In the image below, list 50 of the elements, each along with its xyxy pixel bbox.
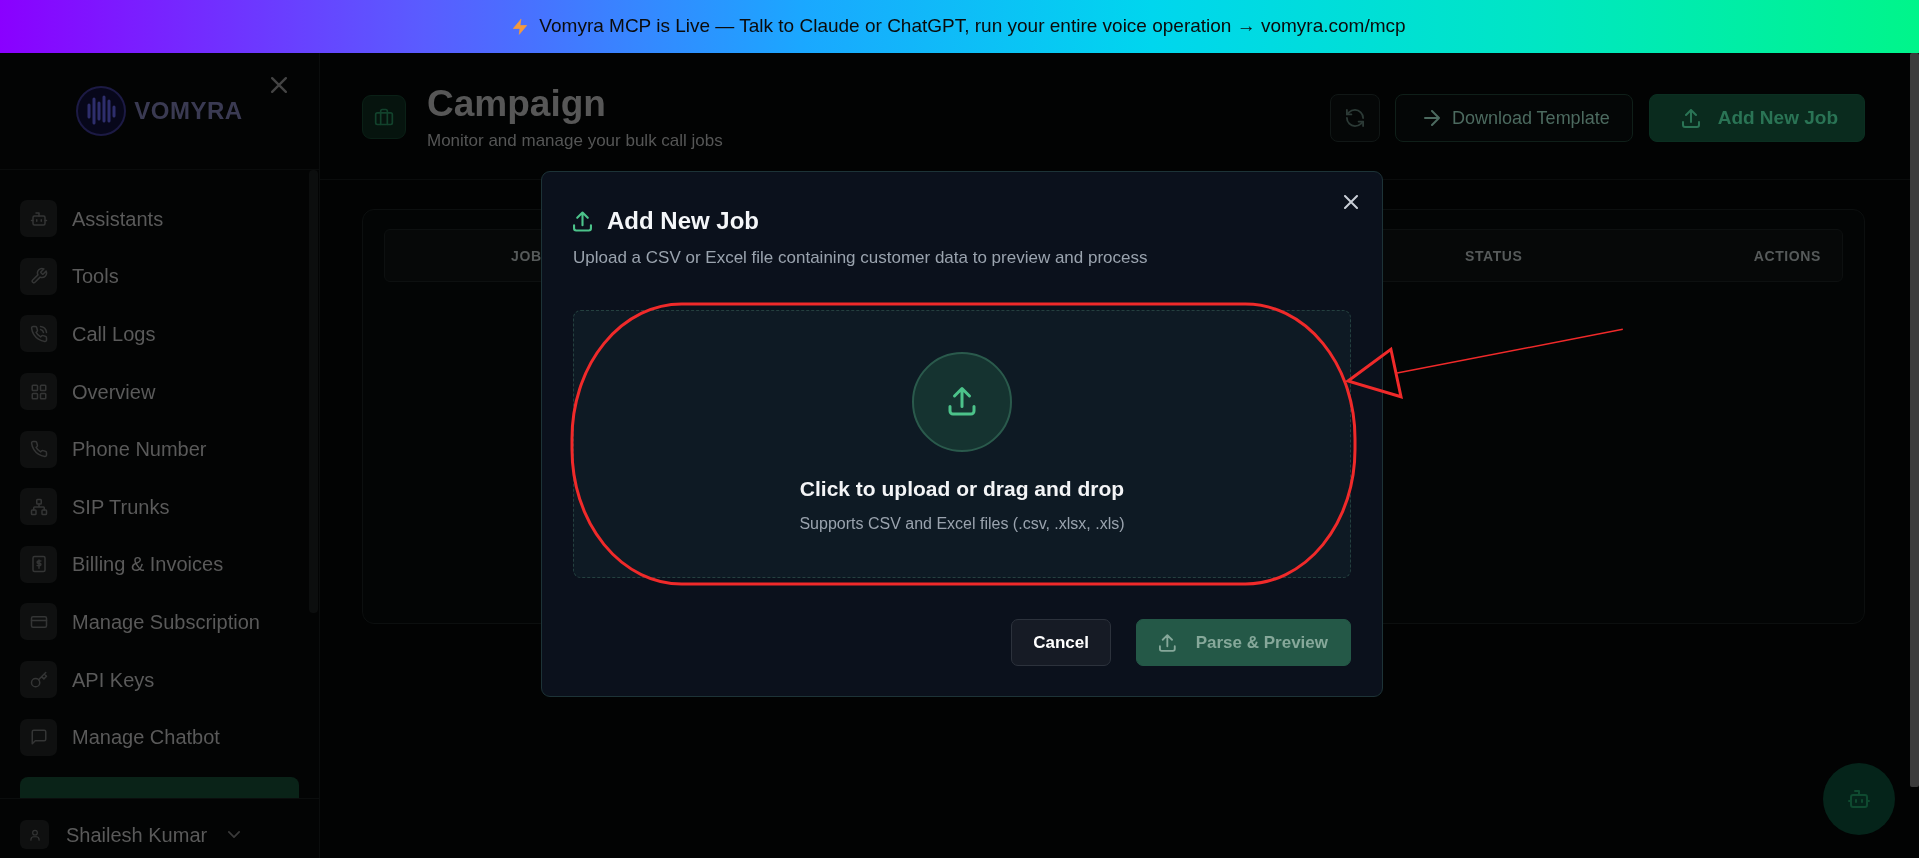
sidebar-item[interactable]: Billing & Invoices — [20, 535, 299, 594]
upload-icon — [1159, 633, 1176, 652]
upload-icon — [912, 352, 1012, 452]
robot-icon — [20, 200, 57, 238]
sidebar-item[interactable]: Assistants — [20, 190, 299, 248]
column-header: STATUS — [1465, 247, 1523, 264]
sidebar-item[interactable]: Overview — [20, 362, 299, 421]
phone-call-icon — [20, 315, 57, 353]
sidebar-item[interactable]: Tools — [20, 247, 299, 306]
dialog-subtitle: Upload a CSV or Excel file containing customer data to preview and process — [573, 247, 1149, 269]
sidebar-item[interactable]: Manage Subscription — [20, 593, 299, 651]
logo-text: VOMYRA — [134, 96, 243, 126]
phone-icon — [20, 430, 57, 468]
grid-icon — [20, 373, 57, 411]
cancel-button[interactable]: Cancel — [1011, 619, 1111, 666]
user-menu[interactable]: Shailesh Kumar — [20, 819, 241, 850]
sidebar-item[interactable]: SIP Trunks — [20, 477, 299, 536]
chat-icon — [20, 718, 57, 756]
chevron-down-icon — [228, 831, 241, 838]
chat-bubble-icon[interactable] — [1823, 763, 1895, 835]
lightning-icon — [513, 17, 528, 36]
add-job-button[interactable]: Add New Job — [1648, 94, 1865, 142]
column-header: JOB — [511, 247, 542, 264]
refresh-icon — [1345, 109, 1364, 127]
dropzone-title: Click to upload or drag and drop — [799, 476, 1125, 502]
key-icon — [20, 661, 57, 699]
upload-icon — [573, 210, 592, 232]
arrow-right-icon — [1423, 110, 1440, 126]
banner-text: Vomyra MCP is Live — Talk to Claude or ChatGPT, run your entire voice operation → vomyra.com/mcp — [539, 14, 1406, 39]
sidebar-item[interactable]: Phone Number — [20, 420, 299, 478]
wrench-icon — [20, 257, 57, 295]
download-template-button[interactable]: Download Template — [1394, 94, 1633, 142]
sidebar-item[interactable]: Call Logs — [20, 305, 299, 363]
scrollbar[interactable] — [1910, 53, 1919, 787]
refresh-button[interactable] — [1329, 94, 1380, 142]
upload-dropzone[interactable]: Click to upload or drag and drop Supports CSV and Excel files (.csv, .xlsx, .xls) — [573, 310, 1351, 578]
page-subtitle: Monitor and manage your bulk call jobs — [427, 130, 723, 152]
credit-card-icon — [20, 603, 57, 641]
column-header: ACTIONS — [1753, 247, 1821, 264]
upload-icon — [1681, 108, 1700, 128]
network-icon — [20, 488, 57, 526]
dialog-title: Add New Job — [607, 207, 759, 235]
briefcase-icon — [362, 95, 406, 139]
sidebar-item[interactable]: API Keys — [20, 650, 299, 709]
sidebar-button[interactable] — [20, 776, 299, 798]
page-title: Campaign — [427, 83, 607, 125]
dropzone-hint: Supports CSV and Excel files (.csv, .xlsx, .xls) — [799, 514, 1125, 534]
user-icon — [20, 820, 49, 849]
sidebar-item[interactable]: Manage Chatbot — [20, 708, 299, 766]
receipt-icon — [20, 545, 57, 583]
